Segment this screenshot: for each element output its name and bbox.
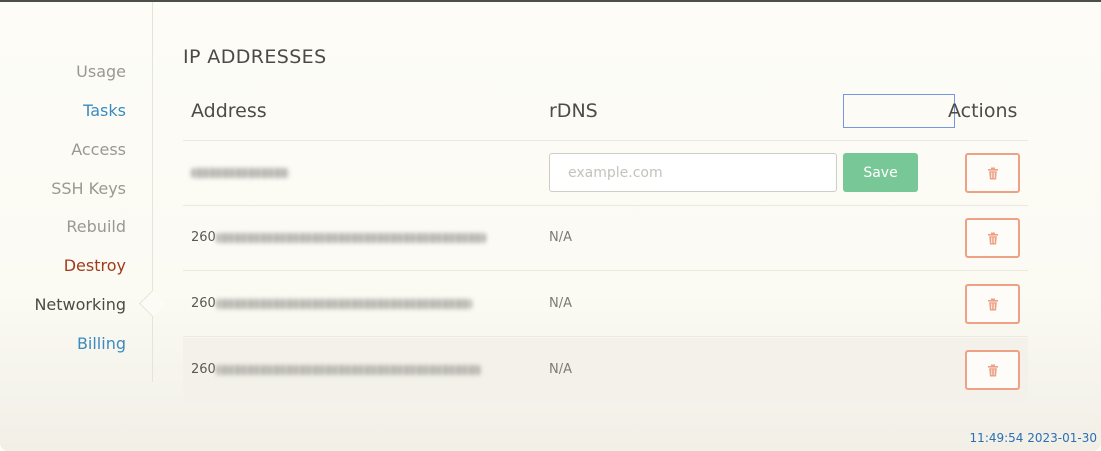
- ip-address: 260: [191, 362, 481, 377]
- address-prefix: 260: [191, 296, 216, 311]
- rdns-input[interactable]: [549, 153, 837, 192]
- sidebar-item-ssh-keys[interactable]: SSH Keys: [51, 179, 126, 198]
- rdns-value: N/A: [549, 230, 572, 245]
- sidebar-item-access[interactable]: Access: [71, 140, 126, 159]
- sidebar-item-tasks[interactable]: Tasks: [83, 101, 126, 120]
- delete-button[interactable]: [965, 153, 1020, 193]
- delete-button[interactable]: [965, 284, 1020, 324]
- sidebar-item-networking[interactable]: Networking: [34, 295, 126, 314]
- timestamp: 11:49:54 2023-01-30: [969, 431, 1097, 445]
- column-header-rdns: rDNS: [549, 100, 598, 122]
- redacted-address: [215, 364, 481, 375]
- page-title: IP ADDRESSES: [183, 46, 327, 68]
- redacted-address: [215, 298, 472, 309]
- ip-address: 260: [191, 230, 486, 245]
- address-prefix: 260: [191, 362, 216, 377]
- sidebar-item-usage[interactable]: Usage: [76, 62, 126, 81]
- table-row: 260 N/A: [183, 206, 1028, 271]
- ip-address: 260: [191, 296, 472, 311]
- table-row: 260 N/A: [183, 272, 1028, 337]
- trash-icon: [987, 167, 998, 179]
- column-header-address: Address: [191, 100, 267, 122]
- trash-icon: [987, 364, 998, 376]
- sidebar-item-destroy[interactable]: Destroy: [64, 256, 126, 275]
- table-row: 260 N/A: [183, 338, 1028, 403]
- sidebar-item-rebuild[interactable]: Rebuild: [66, 217, 126, 236]
- focus-outline: [843, 94, 955, 128]
- table-row: Save: [183, 141, 1028, 206]
- sidebar-nav: Usage Tasks Access SSH Keys Rebuild Dest…: [0, 2, 153, 382]
- rdns-value: N/A: [549, 296, 572, 311]
- delete-button[interactable]: [965, 218, 1020, 258]
- sidebar-item-billing[interactable]: Billing: [77, 334, 126, 353]
- save-button[interactable]: Save: [843, 153, 918, 192]
- column-header-actions: Actions: [948, 100, 1018, 122]
- address-prefix: 260: [191, 230, 216, 245]
- server-panel: Usage Tasks Access SSH Keys Rebuild Dest…: [0, 0, 1101, 451]
- delete-button[interactable]: [965, 350, 1020, 390]
- redacted-address: [191, 167, 289, 178]
- redacted-address: [215, 232, 486, 243]
- ip-address: [191, 165, 289, 180]
- rdns-value: N/A: [549, 362, 572, 377]
- trash-icon: [987, 232, 998, 244]
- trash-icon: [987, 298, 998, 310]
